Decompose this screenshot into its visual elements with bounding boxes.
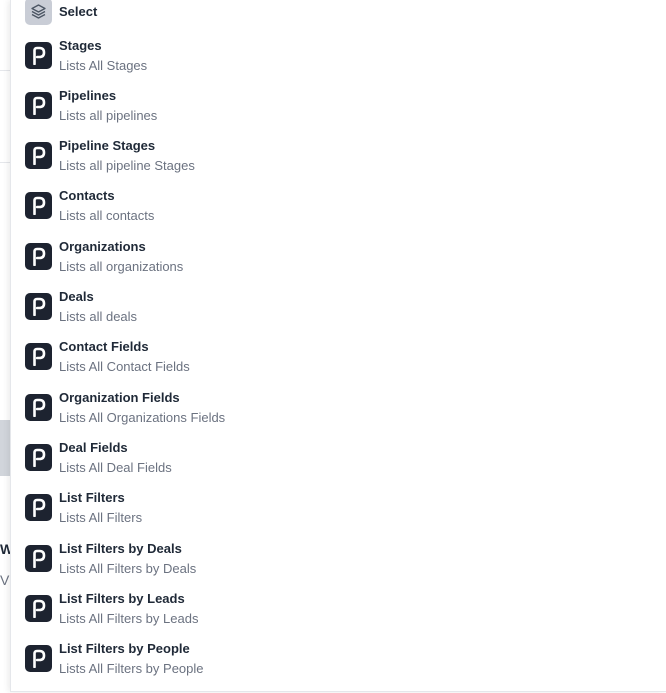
item-title: List Filters by Deals xyxy=(59,540,182,556)
item-subtitle: Lists all pipeline Stages xyxy=(59,158,195,174)
list-item[interactable]: Pipelines Lists all pipelines xyxy=(25,85,656,125)
pipedrive-icon xyxy=(25,443,52,471)
background-text-fragment: V xyxy=(0,572,10,588)
item-title: Organization Fields xyxy=(59,389,180,405)
list-item[interactable]: Deals Lists all deals xyxy=(25,287,656,327)
list-item[interactable]: Contacts Lists all contacts xyxy=(25,186,656,226)
item-title: Pipeline Stages xyxy=(59,138,156,154)
pipedrive-icon xyxy=(25,91,52,119)
item-subtitle: Lists all organizations xyxy=(59,258,184,274)
item-subtitle: Lists All Filters by Deals xyxy=(59,560,197,576)
pipedrive-icon xyxy=(25,494,52,522)
item-subtitle: Lists All Contact Fields xyxy=(59,359,190,375)
pipedrive-icon xyxy=(25,343,52,371)
pipedrive-icon xyxy=(25,41,52,69)
item-title: Deal Fields xyxy=(59,439,128,455)
layers-icon xyxy=(25,0,52,25)
list-item[interactable]: List Filters by Leads Lists All Filters b… xyxy=(25,588,656,628)
item-title: List Filters by Leads xyxy=(59,590,185,606)
pipedrive-icon xyxy=(25,594,52,622)
pipedrive-icon xyxy=(25,293,52,320)
item-title: Pipelines xyxy=(59,87,117,103)
pipedrive-icon xyxy=(25,142,52,170)
item-subtitle: Lists All Filters by People xyxy=(59,661,204,677)
item-subtitle: Lists all pipelines xyxy=(59,107,158,123)
selection-dropdown-panel: Select Stages Lists All Stages Pipelines Li… xyxy=(10,0,666,692)
list-item[interactable]: List Filters by Deals Lists All Filters b… xyxy=(25,538,656,578)
pipedrive-icon xyxy=(25,645,52,673)
item-subtitle: Lists All Organizations Fields xyxy=(59,409,226,425)
item-subtitle: Lists All Stages xyxy=(59,57,148,73)
list-item[interactable]: List Filters Lists All Filters xyxy=(25,488,656,528)
pipedrive-icon xyxy=(25,544,52,572)
pipedrive-icon xyxy=(25,393,52,421)
item-title: Contact Fields xyxy=(59,339,149,355)
item-subtitle: Lists All Deal Fields xyxy=(59,459,172,475)
list-item[interactable]: Deal Fields Lists All Deal Fields xyxy=(25,437,656,477)
list-item[interactable]: Stages Lists All Stages xyxy=(25,35,656,75)
item-subtitle: Lists All Filters by Leads xyxy=(59,610,199,626)
list-item[interactable]: Contact Fields Lists All Contact Fields xyxy=(25,337,656,377)
select-label: Select xyxy=(59,3,98,19)
item-subtitle: Lists all deals xyxy=(59,309,138,324)
list-item[interactable]: Pipeline Stages Lists all pipeline Stages xyxy=(25,136,656,176)
list-item[interactable]: List Filters by People Lists All Filters … xyxy=(25,639,656,679)
pipedrive-icon xyxy=(25,242,52,270)
background-panel-edge xyxy=(0,420,10,476)
item-title: List Filters xyxy=(59,490,125,506)
item-subtitle: Lists All Filters xyxy=(59,510,143,526)
item-title: List Filters by People xyxy=(59,641,190,657)
item-title: Organizations xyxy=(59,238,146,254)
item-subtitle: Lists all contacts xyxy=(59,208,155,224)
item-title: Contacts xyxy=(59,188,115,204)
select-option[interactable]: Select xyxy=(25,0,656,31)
pipedrive-icon xyxy=(25,192,52,220)
item-title: Deals xyxy=(59,289,94,304)
list-item[interactable]: Organization Fields Lists All Organizatio… xyxy=(25,387,656,427)
list-item[interactable]: Organizations Lists all organizations xyxy=(25,236,656,276)
item-title: Stages xyxy=(59,37,102,53)
